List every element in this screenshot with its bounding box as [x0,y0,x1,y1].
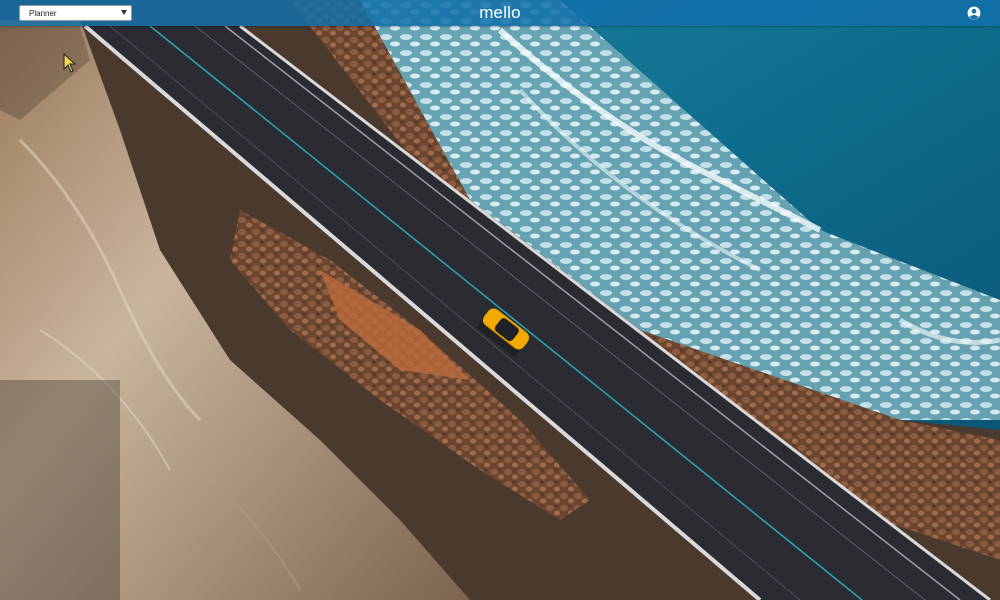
mouse-cursor-icon [63,53,77,73]
account-circle-icon[interactable] [967,6,981,20]
top-navigation-bar: Planner mello [0,0,1000,26]
background-photo [0,0,1000,600]
app-title: mello [479,3,521,22]
